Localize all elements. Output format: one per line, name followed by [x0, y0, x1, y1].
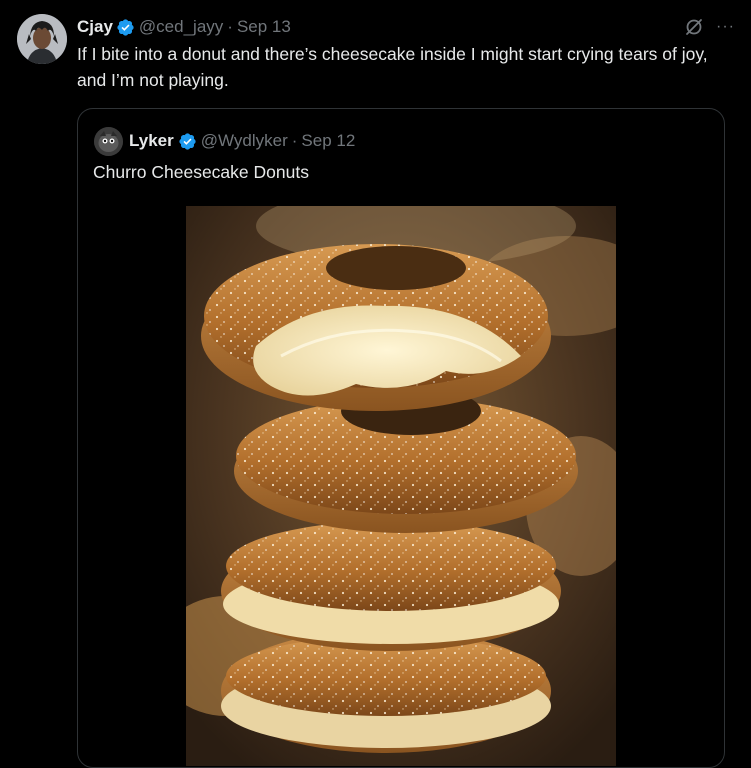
- quoted-media-image[interactable]: [186, 206, 616, 766]
- quoted-tweet-header: Lyker @Wydlyker · Sep 12: [94, 126, 355, 156]
- separator: ·: [227, 17, 233, 36]
- handle[interactable]: @ced_jayy: [139, 17, 223, 37]
- separator: ·: [291, 131, 298, 150]
- display-name[interactable]: Cjay: [77, 17, 113, 37]
- tweet-text: If I bite into a donut and there’s chees…: [77, 44, 708, 90]
- quoted-handle[interactable]: @Wydlyker: [201, 131, 288, 151]
- quoted-timestamp[interactable]: Sep 12: [301, 131, 355, 151]
- tweet[interactable]: Cjay @ced_jayy · Sep 13 ··· If I bite in…: [0, 0, 751, 768]
- quoted-avatar[interactable]: [94, 126, 123, 156]
- quoted-display-name[interactable]: Lyker: [129, 131, 174, 151]
- header-actions: ···: [684, 17, 735, 37]
- more-icon[interactable]: ···: [716, 19, 735, 35]
- quoted-tweet-text: Churro Cheesecake Donuts: [93, 162, 309, 182]
- timestamp[interactable]: Sep 13: [237, 17, 291, 37]
- verified-badge-icon[interactable]: [116, 18, 135, 37]
- quoted-tweet[interactable]: Lyker @Wydlyker · Sep 12 Churro Cheeseca…: [77, 108, 725, 768]
- tweet-header: Cjay @ced_jayy · Sep 13 ···: [77, 16, 735, 38]
- avatar[interactable]: [17, 14, 67, 64]
- grok-icon[interactable]: [684, 17, 704, 37]
- verified-badge-icon[interactable]: [178, 132, 197, 151]
